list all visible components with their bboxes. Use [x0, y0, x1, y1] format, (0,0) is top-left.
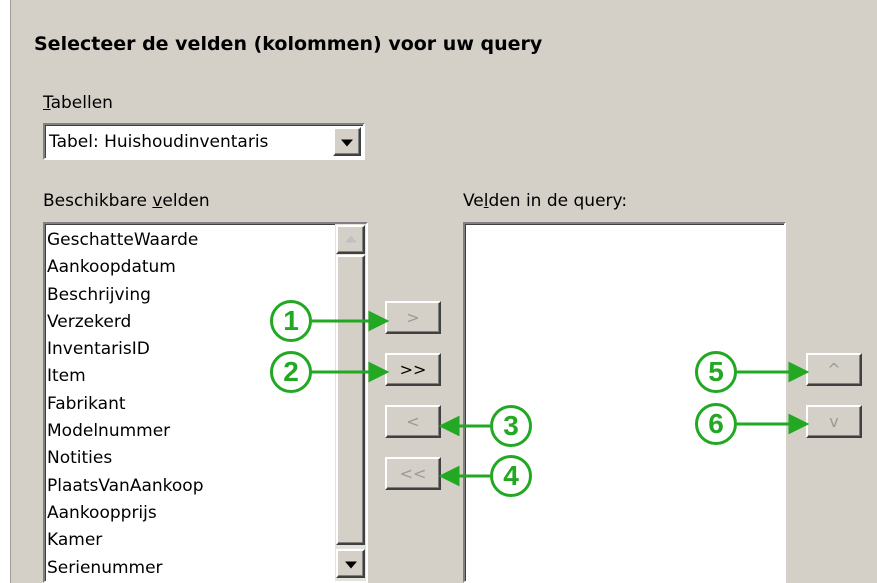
callout-1: 1: [270, 300, 312, 342]
arrow-1-head: [368, 310, 390, 332]
arrow-5-head: [788, 361, 810, 383]
callout-5: 5: [695, 351, 737, 393]
arrow-4-head: [438, 465, 460, 487]
callout-4: 4: [490, 455, 532, 497]
callout-2: 2: [270, 351, 312, 393]
arrow-2-head: [368, 361, 390, 383]
arrow-6-head: [788, 413, 810, 435]
callout-arrows: [310, 310, 810, 487]
arrow-3-head: [438, 415, 460, 437]
callout-6: 6: [695, 403, 737, 445]
callout-3: 3: [490, 405, 532, 447]
